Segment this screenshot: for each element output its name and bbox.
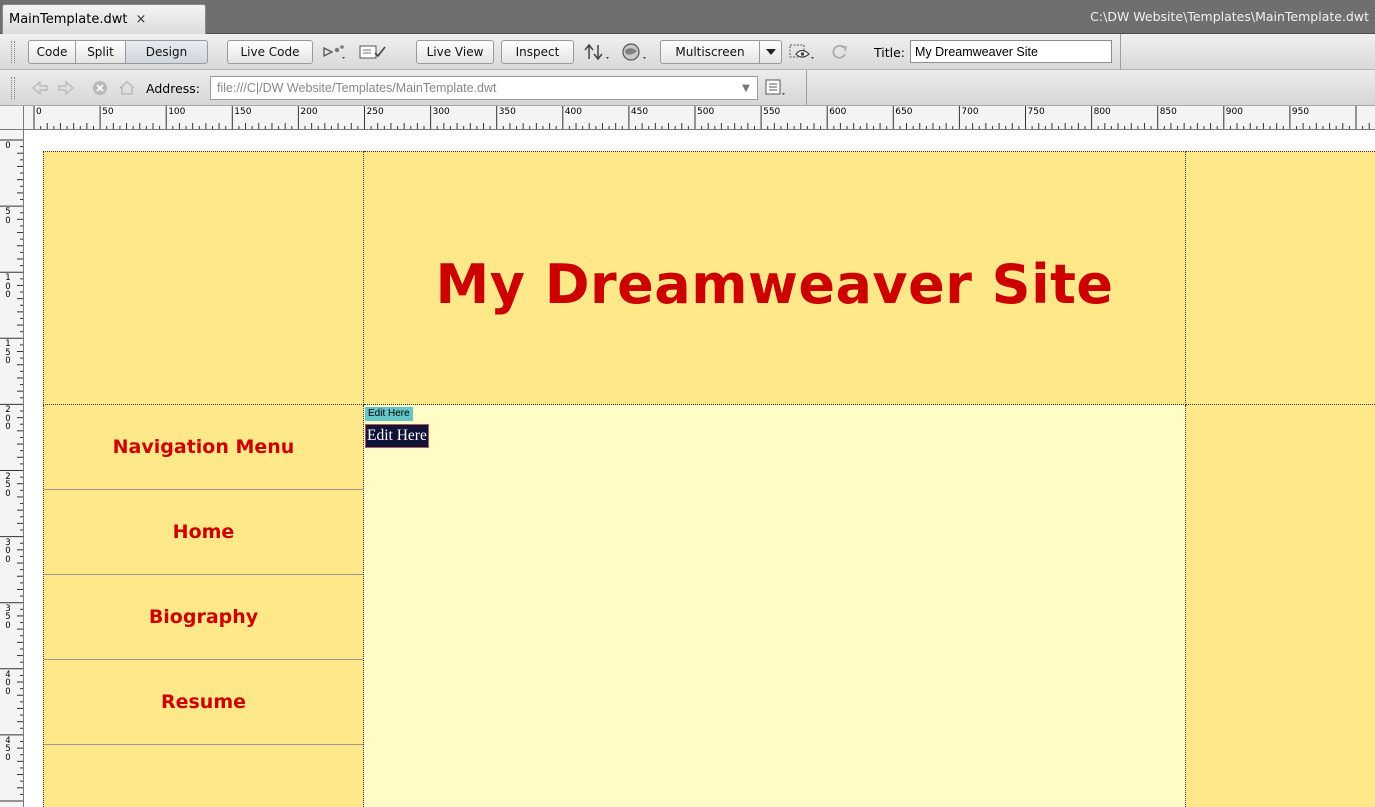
live-view-button[interactable]: Live View [416, 40, 494, 64]
document-path: C:\DW Website\Templates\MainTemplate.dwt [1090, 9, 1369, 24]
split-view-button[interactable]: Split [76, 40, 126, 64]
preview-browser-icon[interactable] [618, 42, 652, 62]
back-icon[interactable] [30, 78, 50, 98]
document-tab-label: MainTemplate.dwt [9, 12, 128, 27]
close-icon[interactable]: × [135, 12, 146, 27]
h-ruler-label: 950 [1291, 107, 1310, 117]
visual-aids-eye-icon[interactable] [786, 42, 820, 62]
h-ruler-label: 850 [1159, 107, 1177, 117]
h-ruler-label: 600 [829, 107, 847, 117]
page-title-input[interactable] [910, 40, 1112, 63]
design-view-button[interactable]: Design [126, 40, 208, 64]
header-left-cell[interactable] [43, 151, 364, 405]
nav-item-biography[interactable]: Biography [44, 575, 363, 660]
h-ruler-label: 350 [498, 107, 516, 117]
v-ruler-label: 350 [5, 603, 11, 631]
vertical-ruler[interactable]: 0 50 100 150 200 250 300 350 400 450 [0, 130, 24, 807]
multiscreen-dropdown-icon[interactable] [760, 40, 782, 64]
h-ruler-label: 750 [1027, 107, 1045, 117]
editable-content-cell[interactable]: Edit Here Edit Here [364, 405, 1186, 807]
header-right-cell[interactable] [1186, 151, 1375, 405]
document-tab-bar: MainTemplate.dwt × C:\DW Website\Templat… [0, 0, 1375, 34]
address-grip[interactable] [11, 77, 15, 99]
refresh-icon[interactable] [826, 42, 852, 62]
h-ruler-label: 800 [1093, 107, 1111, 117]
h-ruler-label: 300 [432, 107, 450, 117]
editable-region-text[interactable]: Edit Here [365, 424, 429, 448]
toolbar-divider [1120, 34, 1121, 70]
right-sidebar-cell[interactable] [1186, 405, 1375, 807]
h-ruler-label: 700 [961, 107, 979, 117]
address-field: ▼ [210, 76, 758, 100]
document-tab[interactable]: MainTemplate.dwt × [2, 4, 206, 34]
nav-item-home[interactable]: Home [44, 490, 363, 575]
title-label: Title: [874, 45, 905, 60]
editable-region-tag[interactable]: Edit Here [365, 407, 413, 421]
design-canvas[interactable]: My Dreamweaver Site Navigation Menu Home… [25, 131, 1375, 807]
address-label: Address: [146, 81, 200, 96]
file-management-icon[interactable] [580, 42, 614, 62]
inspect-button[interactable]: Inspect [501, 40, 574, 64]
toolbar-grip[interactable] [11, 41, 15, 63]
navigation-column[interactable]: Navigation Menu Home Biography Resume [43, 405, 364, 807]
v-ruler-label: 450 [5, 735, 11, 763]
multiscreen-button[interactable]: Multiscreen [660, 40, 760, 64]
v-ruler-label: 300 [5, 537, 11, 565]
v-ruler-label: 200 [5, 405, 11, 433]
h-ruler-label: 500 [697, 107, 715, 117]
v-ruler-label: 50 [5, 207, 11, 226]
h-ruler-label: 0 [36, 107, 42, 117]
ruler-origin[interactable] [0, 106, 24, 130]
v-ruler-label: 150 [5, 339, 11, 367]
h-ruler-label: 650 [895, 107, 913, 117]
header-title-cell[interactable]: My Dreamweaver Site [364, 151, 1186, 405]
site-title: My Dreamweaver Site [435, 252, 1114, 316]
h-ruler-label: 400 [564, 107, 582, 117]
h-ruler-label: 550 [763, 107, 781, 117]
h-ruler-label: 100 [168, 107, 186, 117]
address-dropdown-icon[interactable]: ▼ [735, 83, 757, 94]
navigation-menu-heading: Navigation Menu [44, 405, 363, 490]
code-view-button[interactable]: Code [28, 40, 76, 64]
h-ruler-label: 250 [366, 107, 384, 117]
stop-icon[interactable] [90, 78, 110, 98]
code-navigator-icon[interactable] [320, 42, 350, 62]
check-page-icon[interactable] [356, 42, 390, 62]
nav-item-resume[interactable]: Resume [44, 660, 363, 745]
browser-options-icon[interactable] [762, 78, 792, 98]
address-input[interactable] [217, 81, 735, 95]
browser-navigation-bar: Address: ▼ [0, 70, 1375, 106]
horizontal-ruler[interactable]: 0 50 100 150 200 250 300 350 400 450 500 550 600 650 7… [24, 106, 1375, 130]
home-icon[interactable] [116, 78, 138, 98]
v-ruler-label: 400 [5, 669, 11, 697]
v-ruler-label: 0 [5, 141, 11, 151]
address-divider [806, 70, 807, 106]
h-ruler-label: 450 [630, 107, 649, 117]
h-ruler-label: 150 [234, 107, 252, 117]
v-ruler-label: 100 [5, 273, 11, 301]
live-code-button[interactable]: Live Code [227, 40, 313, 64]
document-toolbar: Code Split Design Live Code Live View In… [0, 34, 1375, 70]
v-ruler-label: 250 [5, 471, 11, 499]
h-ruler-label: 900 [1225, 107, 1243, 117]
h-ruler-label: 200 [300, 107, 318, 117]
vertical-ruler-ticks [0, 139, 23, 802]
h-ruler-label: 50 [102, 107, 114, 117]
forward-icon[interactable] [56, 78, 76, 98]
